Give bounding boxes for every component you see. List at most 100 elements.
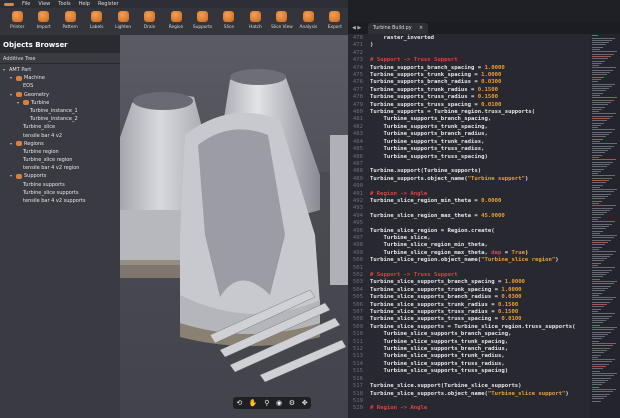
minimap-line bbox=[592, 39, 612, 41]
tree-node[interactable]: Turbine region bbox=[0, 148, 120, 156]
menu-register[interactable]: Register bbox=[98, 1, 119, 7]
code-token: 0.1500 bbox=[497, 301, 519, 308]
code-line: 506 Turbine_slice_supports_trunk_radius =… bbox=[348, 302, 590, 309]
settings-icon[interactable]: ⚙ bbox=[289, 399, 295, 407]
code-line: 503 Turbine_slice_supports_branch_spacing… bbox=[348, 279, 590, 286]
code-token: Turbine_supports_branch_spacing, bbox=[370, 116, 492, 123]
tab-label: Turbine Build.py bbox=[373, 26, 412, 31]
menu-file[interactable]: File bbox=[22, 1, 30, 7]
tree-node[interactable]: EOS bbox=[0, 82, 120, 90]
code-token: raster_inverted bbox=[370, 35, 434, 41]
rotate-icon[interactable]: ⟲ bbox=[236, 399, 242, 407]
line-number: 513 bbox=[352, 353, 363, 360]
tab-nav-arrows-icon[interactable]: ◀ ▶ bbox=[348, 25, 368, 34]
minimap-line bbox=[592, 131, 612, 133]
tool-lighten-button[interactable]: Lighten bbox=[110, 8, 136, 35]
view-icon[interactable]: ◉ bbox=[276, 399, 282, 407]
viewport-toolbar: ⟲ ✋ ⚲ ◉ ⚙ ✥ bbox=[233, 397, 311, 409]
code-line: 490 bbox=[348, 183, 590, 190]
minimap-line bbox=[592, 232, 600, 234]
tool-slice-button[interactable]: Slice bbox=[216, 8, 242, 35]
minimap-line bbox=[592, 237, 614, 239]
tool-export-button[interactable]: Export bbox=[322, 8, 348, 35]
tree-node[interactable]: tensile bar 4 v2 bbox=[0, 132, 120, 140]
tree-node-label: AMT Part bbox=[9, 67, 32, 73]
tree-node[interactable]: Turbine_slice region bbox=[0, 156, 120, 164]
tree-node[interactable]: ▾ Supports bbox=[0, 172, 120, 180]
tool-supports-button[interactable]: Supports bbox=[189, 8, 215, 35]
tree-node-label: EOS bbox=[23, 83, 34, 90]
minimap-line bbox=[592, 377, 611, 379]
code-minimap[interactable] bbox=[590, 34, 620, 418]
line-number: 500 bbox=[352, 257, 363, 264]
code-line: 485 Turbine_supports_truss_radius, bbox=[348, 146, 590, 153]
tool-import-button[interactable]: Import bbox=[30, 8, 56, 35]
minimap-line bbox=[592, 44, 606, 46]
minimap-line bbox=[592, 386, 599, 388]
code-token: Turbine_slice_supports_trunk_spacing = bbox=[370, 286, 502, 293]
tree-node[interactable]: ▾ AMT Part bbox=[0, 66, 120, 74]
close-tab-icon[interactable]: × bbox=[419, 26, 423, 31]
tree-node[interactable]: Turbine_instance_1 bbox=[0, 107, 120, 115]
tree-node[interactable]: Turbine_slice supports bbox=[0, 189, 120, 197]
minimap-line bbox=[592, 143, 617, 145]
tree-node[interactable]: Turbine_instance_2 bbox=[0, 115, 120, 123]
tool-drain-button[interactable]: Drain bbox=[136, 8, 162, 35]
tree-node[interactable]: tensile bar 4 v2 region bbox=[0, 164, 120, 172]
minimap-line bbox=[592, 269, 612, 271]
minimap-line bbox=[592, 200, 602, 202]
code-line: 488 Turbine.support(Turbine_supports) bbox=[348, 168, 590, 175]
minimap-line bbox=[592, 184, 603, 186]
pan-hand-icon[interactable]: ✋ bbox=[249, 399, 258, 407]
minimap-line bbox=[592, 361, 612, 363]
minimap-line bbox=[592, 242, 608, 244]
code-token: 1.0000 bbox=[504, 279, 525, 286]
tree-node[interactable]: ▾ Regions bbox=[0, 140, 120, 148]
code-area[interactable]: 470 raster_inverted 471) 472 473 # Support -… bbox=[348, 35, 590, 413]
tool-pattern-button[interactable]: Pattern bbox=[57, 8, 83, 35]
tree-node[interactable]: ▾ Machine bbox=[0, 74, 120, 82]
minimap-line bbox=[592, 255, 610, 257]
tree-node-label: Machine bbox=[24, 75, 45, 82]
code-token: ) bbox=[524, 175, 529, 182]
tree-node[interactable]: ▾ Geometry bbox=[0, 91, 120, 99]
minimap-line bbox=[592, 260, 604, 262]
line-number: 506 bbox=[352, 301, 363, 308]
minimap-line bbox=[592, 306, 604, 308]
tree-node[interactable]: tensile bar 4 v2 supports bbox=[0, 197, 120, 205]
minimap-line bbox=[592, 267, 615, 269]
tree-node-label: Geometry bbox=[24, 91, 49, 98]
tool-labels-button[interactable]: Labels bbox=[83, 8, 109, 35]
tree-node[interactable]: Turbine supports bbox=[0, 181, 120, 189]
minimap-line bbox=[592, 95, 600, 97]
tool-region-button[interactable]: Region bbox=[163, 8, 189, 35]
zoom-icon[interactable]: ⚲ bbox=[264, 399, 269, 407]
code-token: dep bbox=[491, 249, 502, 256]
code-line: 484 Turbine_supports_trunk_radius, bbox=[348, 139, 590, 146]
folder-icon bbox=[16, 75, 22, 81]
tool-printer-button[interactable]: Printer bbox=[4, 8, 30, 35]
minimap-line bbox=[592, 363, 609, 365]
minimap-line bbox=[592, 219, 598, 221]
menu-help[interactable]: Help bbox=[79, 1, 90, 7]
menu-view[interactable]: View bbox=[38, 1, 50, 7]
code-line: 492 Turbine_slice_region_min_theta = 0.00… bbox=[348, 198, 590, 205]
3d-viewport[interactable] bbox=[120, 35, 348, 418]
menu-tools[interactable]: Tools bbox=[58, 1, 70, 7]
minimap-line bbox=[592, 384, 602, 386]
tree-node[interactable]: ▾ Turbine bbox=[0, 99, 120, 107]
minimap-line bbox=[592, 310, 598, 312]
tool-hatch-button[interactable]: Hatch bbox=[242, 8, 268, 35]
code-token: 1.0000 bbox=[501, 286, 522, 293]
minimap-line bbox=[592, 338, 602, 340]
line-number: 492 bbox=[352, 197, 363, 204]
tool-slice-view-button[interactable]: Slice View bbox=[269, 8, 295, 35]
minimap-line bbox=[592, 375, 614, 377]
tool-analysis-button[interactable]: Analysis bbox=[295, 8, 321, 35]
tab-turbine-build[interactable]: Turbine Build.py × bbox=[368, 23, 428, 34]
tree-node[interactable]: Turbine_slice bbox=[0, 123, 120, 131]
minimap-line bbox=[592, 78, 601, 80]
code-line: 515 Turbine_slice_supports_truss_spacing… bbox=[348, 368, 590, 375]
fit-icon[interactable]: ✥ bbox=[302, 399, 308, 407]
code-token: # Region -> Angle bbox=[370, 190, 428, 197]
